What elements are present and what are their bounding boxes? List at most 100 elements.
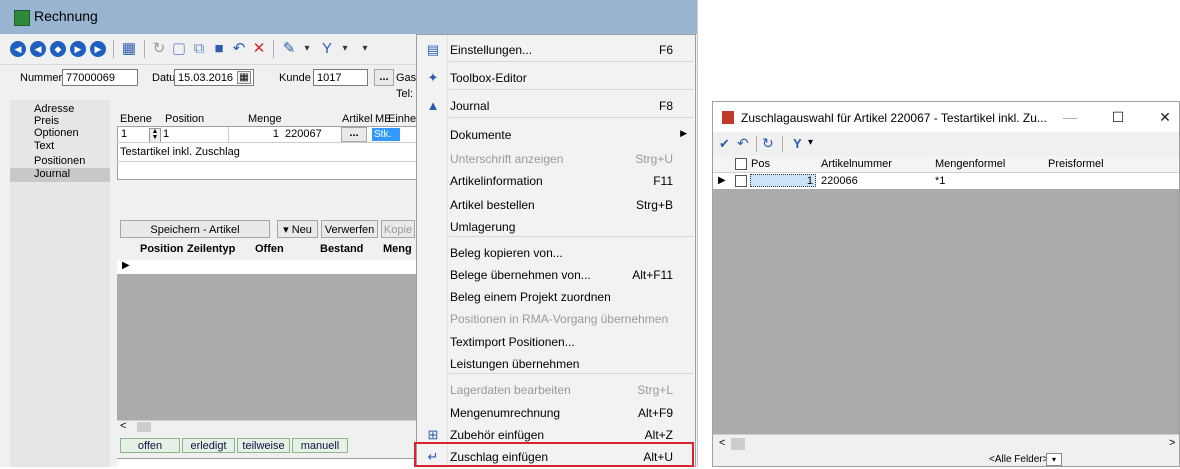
kunde-field[interactable]: 1017 [313,69,368,86]
refresh-icon[interactable]: ↻ [762,135,774,152]
menu-item[interactable]: ▲ Journal F8 [417,94,695,118]
delete-icon[interactable]: ✕ [250,40,268,58]
undo-icon[interactable]: ↶ [230,40,248,58]
last-record-icon[interactable]: ▶ [90,41,106,57]
grid-icon[interactable]: ▦ [120,40,138,58]
copy-icon[interactable]: ⧉ [190,40,208,58]
divider [117,142,417,143]
position-field[interactable]: 1 [163,127,223,142]
speichern-artikel-button[interactable]: Speichern - Artikel [120,220,270,238]
menu-item-label: Artikel bestellen [450,198,535,212]
spinner-icon[interactable]: ▲ ▼ [149,128,161,143]
menu-item-label: Positionen in RMA-Vorgang übernehmen [450,312,669,326]
menu-item[interactable]: Belege übernehmen von... Alt+F11 [417,263,695,287]
scroll-right-icon[interactable]: > [1169,437,1175,449]
filter-field-select[interactable]: <Alle Felder> [989,454,1048,465]
nav-item-positionen[interactable]: Positionen [34,155,85,167]
artikel-lookup-button[interactable]: ... [341,127,367,142]
filter-icon[interactable]: Y [793,136,802,151]
menu-item[interactable]: Artikelinformation F11 [417,169,695,193]
toolbar-separator [782,136,783,152]
tab-teilweise[interactable]: teilweise [237,438,290,453]
menu-item[interactable]: Positionen in RMA-Vorgang übernehmen [417,307,695,331]
menu-item-label: Mengenumrechnung [450,406,561,420]
menu-item[interactable]: Dokumente ▶ [417,123,695,147]
tab-erledigt[interactable]: erledigt [182,438,235,453]
check-icon[interactable]: ✔ [719,136,730,152]
table-row[interactable]: ▶ 1 220066 *1 [713,173,1179,189]
artikel-field[interactable]: 220067 [283,127,337,142]
grid-col-zeilentyp[interactable]: Zeilentyp [187,243,235,255]
menu-item[interactable]: Beleg kopieren von... [417,241,695,265]
menu-item[interactable]: Mengenumrechnung Alt+F9 [417,401,695,425]
undo-icon[interactable]: ↶ [737,135,749,152]
menu-item[interactable]: ✦ Toolbox-Editor [417,66,695,90]
menu-item[interactable]: Unterschrift anzeigen Strg+U [417,147,695,171]
horizontal-scrollbar[interactable] [117,420,417,435]
grid-col-offen[interactable]: Offen [255,243,284,255]
kopie-button[interactable]: Kopie [381,220,415,238]
grid-col-menge[interactable]: Meng [383,243,412,255]
col-mengenformel[interactable]: Mengenformel [935,158,1005,170]
neu-button[interactable]: ▾ Neu [277,220,318,238]
calendar-icon[interactable]: ▦ [237,71,251,84]
menu-item[interactable]: Lagerdaten bearbeiten Strg+L [417,378,695,402]
tel-label: Tel: [396,88,414,100]
menu-item[interactable]: ▤ Einstellungen... F6 [417,38,695,62]
menu-item[interactable]: Artikel bestellen Strg+B [417,193,695,217]
verwerfen-button[interactable]: Verwerfen [321,220,378,238]
save-icon[interactable]: ■ [210,40,228,58]
row-checkbox[interactable] [735,175,747,187]
cell-artikelnummer[interactable]: 220066 [821,175,858,187]
menge-field[interactable]: 1 [228,127,279,142]
cell-pos[interactable]: 1 [750,174,816,187]
col-preisformel[interactable]: Preisformel [1048,158,1104,170]
chevron-down-icon[interactable]: ▾ [808,137,813,148]
chevron-down-icon[interactable]: ▾ [356,40,374,58]
nav-item-optionen[interactable]: Optionen [34,127,79,139]
menu-item[interactable]: Textimport Positionen... [417,330,695,354]
refresh-icon[interactable]: ↻ [150,40,168,58]
scroll-left-icon[interactable]: < [719,437,725,449]
description-field[interactable]: Testartikel inkl. Zuschlag [120,146,240,158]
chevron-down-icon[interactable]: ▾ [1046,453,1062,466]
tab-offen[interactable]: offen [120,438,180,453]
filter-icon[interactable]: Y [318,40,336,58]
nummer-field[interactable]: 77000069 [62,69,138,86]
maximize-icon[interactable]: ☐ [1103,107,1133,127]
col-pos[interactable]: Pos [751,158,770,170]
new-document-icon[interactable]: ▢ [170,40,188,58]
nav-item-journal[interactable]: Journal [34,168,70,180]
select-all-checkbox[interactable] [735,158,747,170]
menu-item[interactable]: Beleg einem Projekt zuordnen [417,285,695,309]
chevron-down-icon[interactable]: ▾ [336,40,354,58]
menu-item-label: Zubehör einfügen [450,428,545,442]
scroll-left-icon[interactable]: < [120,420,126,432]
col-artikelnummer[interactable]: Artikelnummer [821,158,892,170]
nav-item-preis[interactable]: Preis [34,115,59,127]
kunde-lookup-button[interactable]: ... [374,69,394,86]
ebene-field[interactable]: 1 [118,127,151,142]
minimize-icon[interactable]: — [1055,107,1085,127]
prev-record-icon[interactable]: ◆ [50,41,66,57]
grid-empty-row[interactable] [117,260,417,274]
chevron-down-icon[interactable]: ▾ [298,40,316,58]
grid-col-position[interactable]: Position [140,243,183,255]
first-record-icon[interactable]: ◀ [10,41,26,57]
nav-item-adresse[interactable]: Adresse [34,103,74,115]
nav-item-text[interactable]: Text [34,140,54,152]
toolbar-separator [113,40,114,58]
menu-item-label: Einstellungen... [450,43,533,57]
dialog-horizontal-scrollbar[interactable]: < > [713,434,1179,453]
tab-manuell[interactable]: manuell [292,438,348,453]
einheit-field[interactable]: Stk. [372,128,400,141]
prev-page-icon[interactable]: ◀ [30,41,46,57]
tools-icon[interactable]: ✎ [280,40,298,58]
scroll-thumb[interactable] [731,438,745,450]
cell-mengenformel[interactable]: *1 [935,175,945,187]
grid-col-bestand[interactable]: Bestand [320,243,363,255]
next-record-icon[interactable]: ▶ [70,41,86,57]
scroll-thumb[interactable] [137,422,151,432]
close-icon[interactable]: ✕ [1150,107,1180,127]
dialog-filter-bar: <Alle Felder> ▾ [713,452,1179,466]
